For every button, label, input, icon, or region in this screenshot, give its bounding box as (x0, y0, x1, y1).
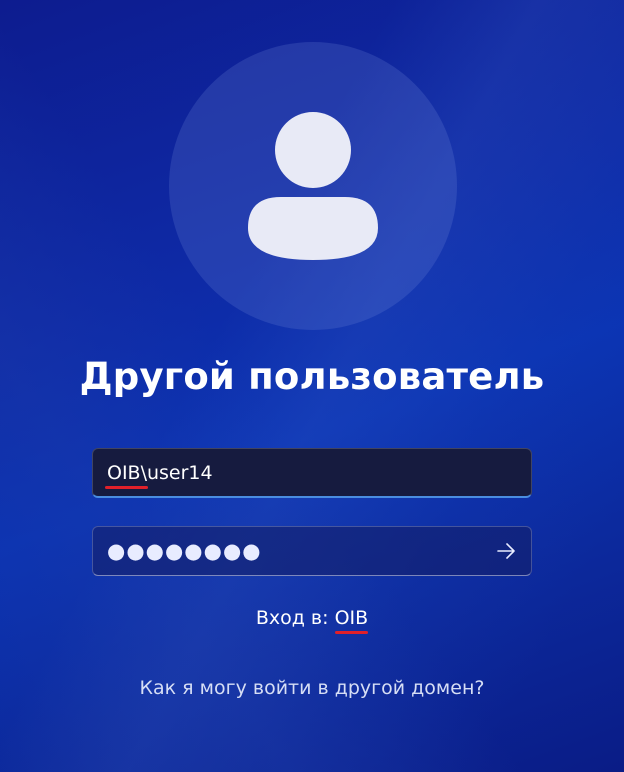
username-value[interactable]: OIB\user14 (107, 462, 213, 484)
password-mask[interactable]: ●●●●●●●● (107, 539, 262, 563)
sign-in-domain: OIB (334, 607, 369, 634)
sign-in-label: Вход в: (255, 607, 329, 629)
user-silhouette-icon (248, 112, 378, 260)
domain-annotation-underline (105, 486, 148, 489)
sign-in-to-row: Вход в: OIB (0, 607, 624, 634)
password-field[interactable]: ●●●●●●●● (92, 526, 532, 576)
username-field[interactable]: OIB\user14 (92, 448, 532, 498)
other-domain-link[interactable]: Как я могу войти в другой домен? (0, 677, 624, 699)
arrow-right-icon (497, 543, 515, 559)
sign-in-domain-value: OIB (334, 607, 369, 629)
domain-annotation-underline (334, 631, 369, 634)
submit-button[interactable] (491, 536, 521, 566)
user-avatar (169, 42, 457, 330)
page-title: Другой пользователь (79, 355, 545, 398)
